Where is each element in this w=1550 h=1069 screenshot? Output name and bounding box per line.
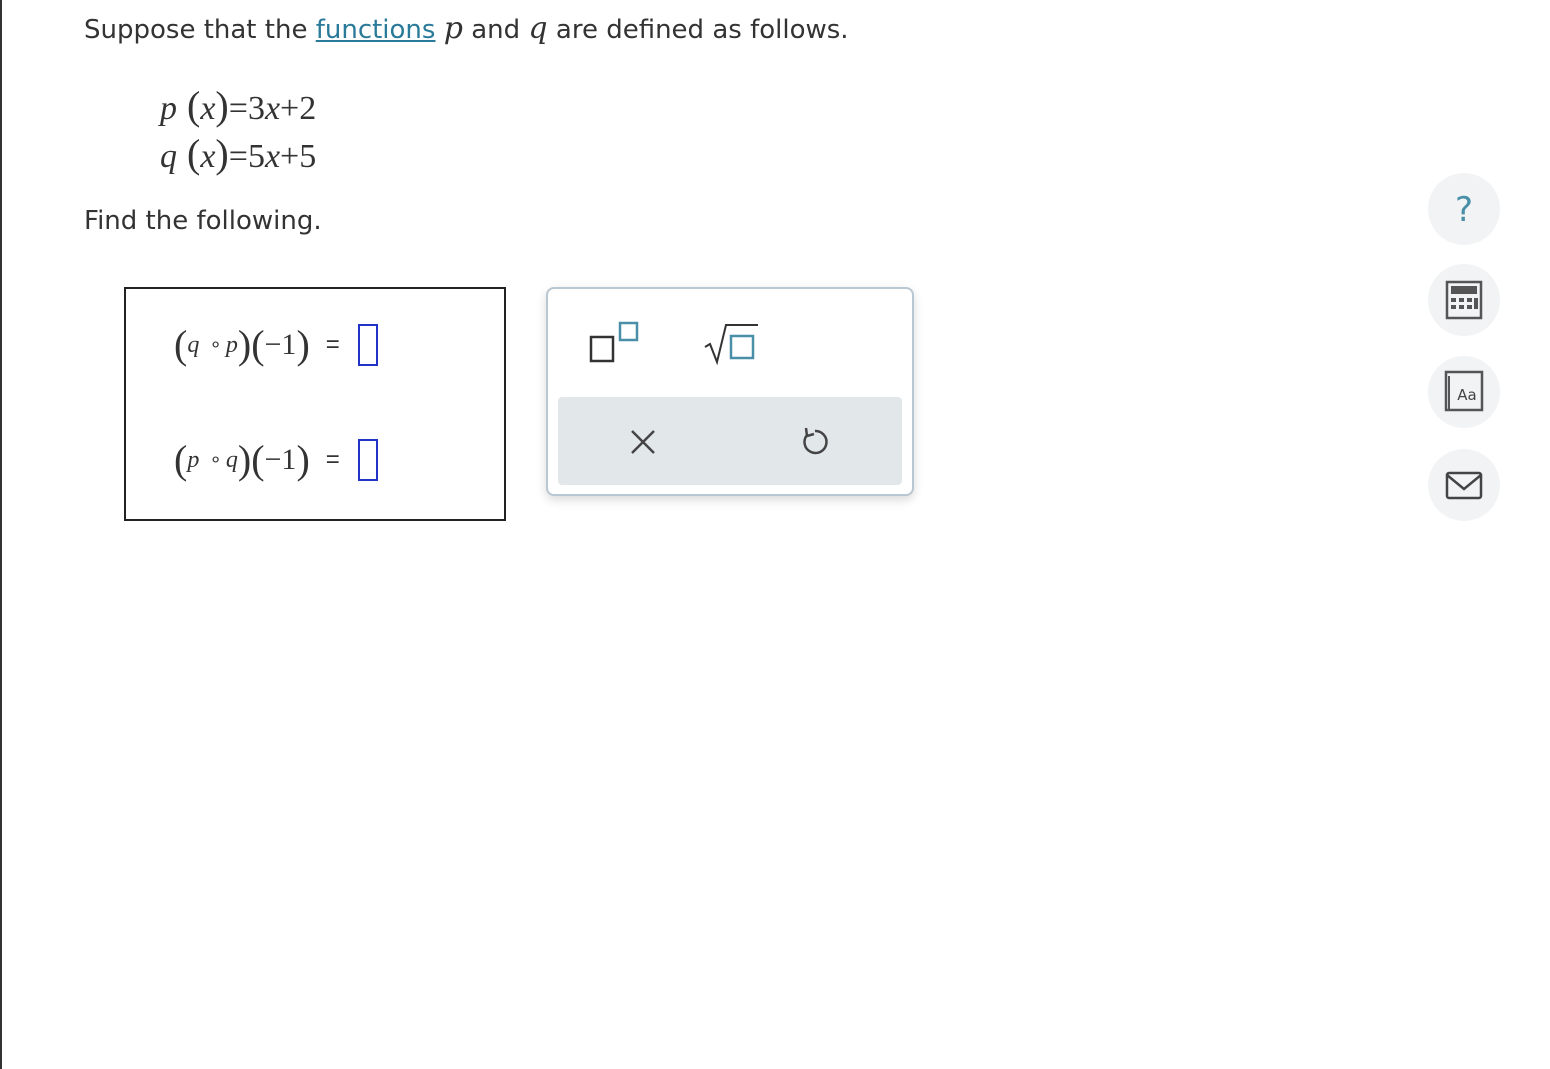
def-p-op: +	[280, 90, 300, 127]
q2-inner: q	[225, 447, 238, 473]
paren-close: )	[215, 131, 229, 176]
def-q-arg: x	[200, 138, 216, 175]
undo-icon	[803, 427, 828, 455]
reference-icon: Aa	[1444, 370, 1484, 412]
clear-icon	[631, 430, 655, 454]
def-p-coef: 3	[247, 90, 265, 127]
intro-text-before: Suppose that the	[84, 15, 316, 45]
def-p-arg: x	[200, 90, 216, 127]
paren-open: (	[251, 322, 265, 367]
def-q-op: +	[280, 138, 300, 175]
paren-close: )	[215, 83, 229, 128]
paren-close: )	[237, 322, 252, 367]
q2-compose: ∘	[209, 449, 222, 471]
calculator-button[interactable]	[1428, 264, 1500, 336]
intro-var-q: q	[528, 11, 548, 46]
def-q-equals: =	[228, 138, 248, 175]
q1-outer: q	[187, 332, 200, 358]
paren-open: (	[174, 437, 188, 482]
math-toolbox	[546, 287, 914, 496]
definition-q: q (x)=5x+5	[160, 130, 316, 177]
q2-arg: −1	[264, 443, 297, 476]
superscript-button[interactable]	[588, 317, 648, 367]
q1-arg: −1	[264, 328, 297, 361]
paren-close: )	[296, 322, 310, 367]
help-symbol: ?	[1455, 190, 1473, 230]
q2-outer: p	[187, 447, 200, 473]
help-icon: ?	[1455, 190, 1473, 230]
q1-inner: p	[225, 332, 238, 358]
message-icon	[1445, 471, 1483, 500]
clear-button[interactable]	[620, 419, 666, 465]
def-q-const: 5	[299, 138, 317, 175]
question-q-of-p: (q ∘ p)(−1) =	[174, 319, 378, 371]
q2-equals: =	[325, 446, 340, 473]
answer-input-p-of-q[interactable]	[357, 439, 378, 481]
find-instruction: Find the following.	[84, 206, 322, 236]
intro-var-p: p	[443, 11, 463, 46]
paren-open: (	[177, 131, 201, 176]
calculator-icon	[1445, 280, 1483, 320]
paren-close: )	[237, 437, 252, 482]
paren-open: (	[251, 437, 265, 482]
definition-p: p (x)=3x+2	[160, 82, 316, 129]
functions-link[interactable]: functions	[316, 15, 436, 45]
def-q-var: x	[264, 138, 281, 175]
paren-close: )	[296, 437, 310, 482]
def-p-var: x	[264, 90, 281, 127]
answer-input-q-of-p[interactable]	[357, 324, 378, 366]
answer-box: (q ∘ p)(−1) = (p ∘ q)(−1) =	[124, 287, 506, 521]
help-button[interactable]: ?	[1428, 173, 1500, 245]
square-root-button[interactable]	[702, 317, 762, 367]
paren-open: (	[174, 322, 188, 367]
question-p-of-q: (p ∘ q)(−1) =	[174, 434, 378, 486]
toolbox-action-bar	[558, 397, 902, 485]
intro-text-and: and	[462, 15, 529, 45]
superscript-icon	[589, 321, 639, 363]
message-button[interactable]	[1428, 449, 1500, 521]
q1-compose: ∘	[209, 334, 222, 356]
problem-intro: Suppose that the functions p and q are d…	[84, 12, 849, 47]
def-p-equals: =	[228, 90, 248, 127]
reference-text: Aa	[1457, 386, 1476, 404]
square-root-icon	[704, 324, 758, 366]
def-p-name: p	[160, 90, 177, 127]
def-q-name: q	[160, 138, 177, 175]
left-border	[0, 0, 2, 1069]
undo-button[interactable]	[792, 419, 838, 465]
intro-text-after: are defined as follows.	[547, 15, 849, 45]
def-p-const: 2	[299, 90, 317, 127]
def-q-coef: 5	[247, 138, 265, 175]
q1-equals: =	[325, 331, 340, 358]
paren-open: (	[177, 83, 201, 128]
reference-button[interactable]: Aa	[1428, 356, 1500, 428]
